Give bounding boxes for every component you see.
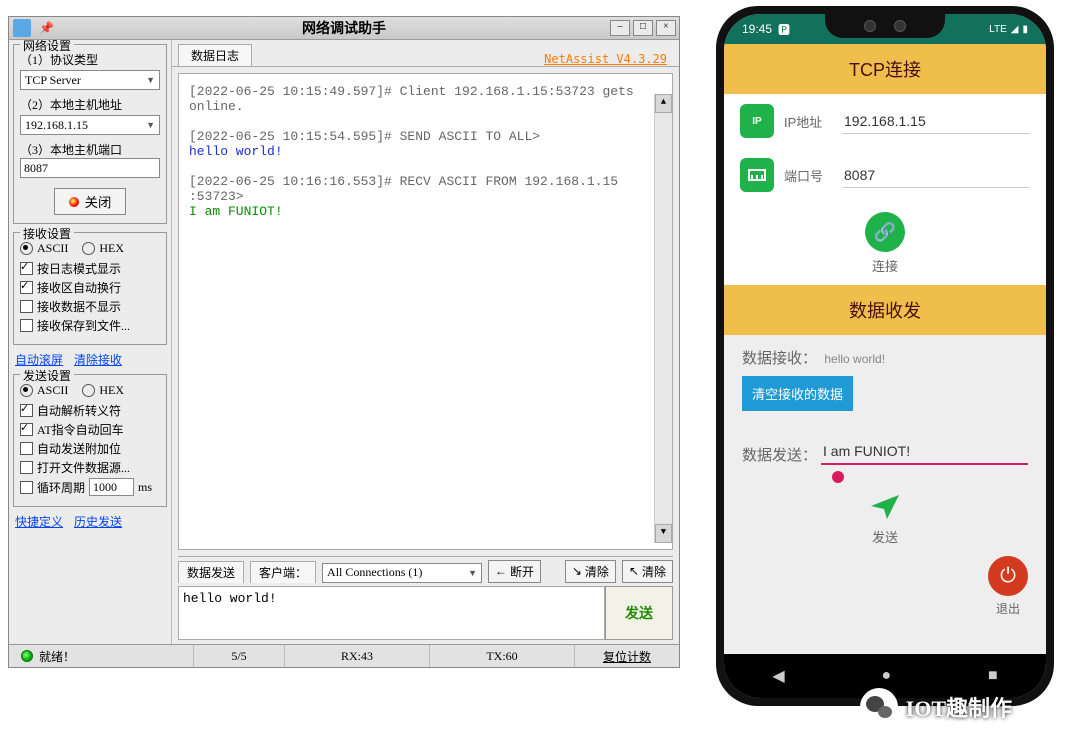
close-connection-button[interactable]: 关闭 bbox=[54, 188, 127, 215]
log-line: hello world! bbox=[189, 144, 662, 159]
phone-time: 19:45 bbox=[742, 22, 772, 36]
phone-send-label: 数据发送： bbox=[742, 444, 817, 465]
send-icon[interactable] bbox=[742, 494, 1028, 527]
port-icon bbox=[740, 158, 774, 192]
clear-received-button[interactable]: 清空接收的数据 bbox=[742, 376, 853, 411]
recv-logmode-checkbox[interactable]: 按日志模式显示 bbox=[20, 260, 160, 277]
phone-send-input[interactable]: I am FUNIOT! bbox=[821, 439, 1028, 465]
connect-label: 连接 bbox=[724, 256, 1046, 275]
log-line: [2022-06-25 10:15:49.597]# Client 192.16… bbox=[189, 84, 662, 114]
ip-input[interactable]: 192.168.1.15 bbox=[842, 109, 1030, 134]
network-legend: 网络设置 bbox=[20, 40, 74, 54]
send-at-checkbox[interactable]: AT指令自动回车 bbox=[20, 421, 160, 438]
recv-value: hello world! bbox=[824, 352, 885, 366]
send-hex-radio[interactable]: HEX bbox=[82, 383, 124, 398]
clear-button-2[interactable]: ↖清除 bbox=[622, 560, 673, 583]
network-settings-group: 网络设置 （1）协议类型 TCP Server▼ （2）本地主机地址 192.1… bbox=[13, 44, 167, 224]
log-textarea[interactable]: [2022-06-25 10:15:49.597]# Client 192.16… bbox=[178, 73, 673, 550]
brand-link[interactable]: NetAssist V4.3.29 bbox=[544, 52, 667, 66]
clear-recv-link[interactable]: 清除接收 bbox=[74, 353, 122, 367]
nav-back-icon[interactable]: ◀ bbox=[772, 666, 784, 686]
status-count: 5/5 bbox=[194, 645, 285, 667]
statusbar: 就绪！ 5/5 RX:43 TX:60 复位计数 bbox=[9, 644, 679, 667]
status-ready: 就绪！ bbox=[9, 645, 194, 667]
nav-recent-icon[interactable]: ■ bbox=[988, 667, 998, 685]
watermark: IOT趣制作 bbox=[860, 688, 1012, 726]
reset-counter-link[interactable]: 复位计数 bbox=[575, 645, 679, 667]
send-escape-checkbox[interactable]: 自动解析转义符 bbox=[20, 402, 160, 419]
send-button[interactable]: 发送 bbox=[605, 586, 673, 640]
battery-icon: ▮ bbox=[1022, 24, 1028, 35]
send-legend: 发送设置 bbox=[20, 367, 74, 384]
settings-sidebar: 网络设置 （1）协议类型 TCP Server▼ （2）本地主机地址 192.1… bbox=[9, 40, 172, 644]
recv-label: 数据接收： bbox=[742, 347, 817, 368]
exit-label: 退出 bbox=[988, 600, 1028, 617]
log-tab[interactable]: 数据日志 bbox=[178, 44, 252, 66]
port-input[interactable] bbox=[20, 158, 160, 178]
log-line: [2022-06-25 10:15:54.595]# SEND ASCII TO… bbox=[189, 129, 662, 144]
client-tab[interactable]: 客户端： bbox=[250, 561, 316, 583]
scroll-down-icon[interactable]: ▼ bbox=[655, 524, 672, 543]
tcp-header: TCP连接 bbox=[724, 44, 1046, 94]
history-link[interactable]: 历史发送 bbox=[74, 515, 122, 529]
send-textarea[interactable]: hello world! bbox=[178, 586, 605, 640]
scrollbar[interactable]: ▲ ▼ bbox=[654, 94, 672, 543]
auto-scroll-link[interactable]: 自动滚屏 bbox=[15, 353, 63, 367]
recv-wrap-checkbox[interactable]: 接收区自动换行 bbox=[20, 279, 160, 296]
recv-save-checkbox[interactable]: 接收保存到文件... bbox=[20, 317, 160, 334]
ip-label: IP地址 bbox=[784, 112, 832, 131]
recv-links: 自动滚屏 清除接收 bbox=[15, 351, 165, 368]
loop-period-input[interactable] bbox=[89, 478, 134, 496]
wechat-icon bbox=[860, 688, 898, 726]
recv-hex-radio[interactable]: HEX bbox=[82, 241, 124, 256]
clear-button-1[interactable]: ↘清除 bbox=[565, 560, 616, 583]
recv-hide-checkbox[interactable]: 接收数据不显示 bbox=[20, 298, 160, 315]
status-tx: TX:60 bbox=[430, 645, 575, 667]
host-label: （2）本地主机地址 bbox=[20, 96, 160, 113]
log-line: [2022-06-25 10:16:16.553]# RECV ASCII FR… bbox=[189, 174, 662, 204]
send-settings-group: 发送设置 ASCII HEX 自动解析转义符 AT指令自动回车 自动发送附加位 … bbox=[13, 374, 167, 507]
network-label: LTE bbox=[989, 24, 1007, 35]
nav-home-icon[interactable]: ● bbox=[881, 667, 891, 685]
port-label: 端口号 bbox=[784, 166, 832, 185]
send-append-checkbox[interactable]: 自动发送附加位 bbox=[20, 440, 160, 457]
parking-icon: 🅿 bbox=[778, 21, 790, 38]
recv-ascii-radio[interactable]: ASCII bbox=[20, 241, 68, 256]
data-header: 数据收发 bbox=[724, 285, 1046, 335]
window-title: 网络调试助手 bbox=[9, 18, 679, 38]
phone-send-label-text: 发送 bbox=[742, 527, 1028, 546]
status-rx: RX:43 bbox=[285, 645, 430, 667]
titlebar: 📌 网络调试助手 – □ × bbox=[9, 17, 679, 40]
connect-button[interactable]: 🔗 bbox=[865, 212, 905, 252]
connections-select[interactable]: All Connections (1)▼ bbox=[322, 563, 482, 583]
host-select[interactable]: 192.168.1.15▼ bbox=[20, 115, 160, 135]
recv-legend: 接收设置 bbox=[20, 225, 74, 242]
send-loop-checkbox[interactable]: 循环周期 ms bbox=[20, 478, 160, 496]
power-button[interactable]: ⏻ bbox=[988, 556, 1028, 596]
receive-settings-group: 接收设置 ASCII HEX 按日志模式显示 接收区自动换行 接收数据不显示 接… bbox=[13, 232, 167, 345]
scroll-up-icon[interactable]: ▲ bbox=[655, 94, 672, 113]
protocol-select[interactable]: TCP Server▼ bbox=[20, 70, 160, 90]
disconnect-button[interactable]: ←断开 bbox=[488, 560, 541, 583]
status-icon bbox=[21, 650, 33, 662]
slider-thumb-icon[interactable] bbox=[832, 471, 844, 483]
signal-icon: ◢ bbox=[1011, 24, 1019, 35]
port-input-phone[interactable]: 8087 bbox=[842, 163, 1030, 188]
send-links: 快捷定义 历史发送 bbox=[15, 513, 165, 530]
phone-frame: 19:45 🅿 LTE ◢▮ TCP连接 IP IP地址 192.168.1.15… bbox=[716, 6, 1054, 706]
ip-icon: IP bbox=[740, 104, 774, 138]
record-icon bbox=[69, 197, 79, 207]
quick-def-link[interactable]: 快捷定义 bbox=[15, 515, 63, 529]
send-file-checkbox[interactable]: 打开文件数据源... bbox=[20, 459, 160, 476]
log-line: I am FUNIOT! bbox=[189, 204, 662, 219]
phone-notch bbox=[825, 14, 945, 38]
port-label: （3）本地主机端口 bbox=[20, 141, 160, 158]
netassist-window: 📌 网络调试助手 – □ × 网络设置 （1）协议类型 TCP Server▼ … bbox=[8, 16, 680, 668]
send-data-tab[interactable]: 数据发送 bbox=[178, 561, 244, 583]
send-ascii-radio[interactable]: ASCII bbox=[20, 383, 68, 398]
